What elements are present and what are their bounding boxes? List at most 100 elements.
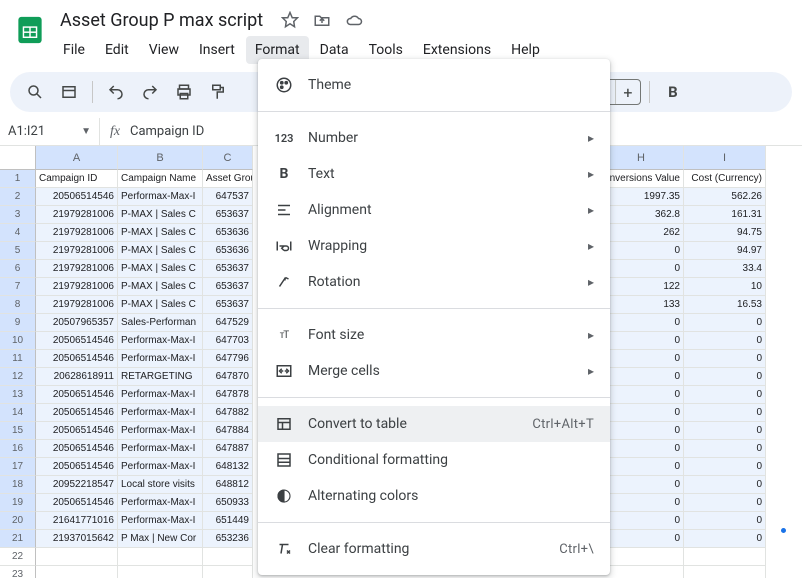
menu-text[interactable]: B Text ▸ (258, 156, 610, 192)
cell[interactable]: 362.8 (599, 206, 684, 224)
cell[interactable]: 0 (599, 494, 684, 512)
search-icon[interactable] (20, 77, 50, 107)
bold-icon[interactable]: B (658, 77, 688, 107)
cell[interactable]: 94.75 (684, 224, 766, 242)
cell[interactable]: Performax-Max-I (118, 440, 203, 458)
cell[interactable]: 653636 (203, 224, 253, 242)
row-header[interactable]: 2 (0, 188, 36, 206)
row-header[interactable]: 12 (0, 368, 36, 386)
cell[interactable] (36, 548, 118, 566)
cell[interactable]: Campaign Name (118, 170, 203, 188)
cell[interactable]: 21979281006 (36, 296, 118, 314)
cell[interactable]: 21641771016 (36, 512, 118, 530)
cell[interactable]: 20506514546 (36, 494, 118, 512)
cell[interactable]: 0 (684, 530, 766, 548)
cell[interactable]: 562.26 (684, 188, 766, 206)
cell[interactable]: 133 (599, 296, 684, 314)
cell[interactable]: 0 (599, 512, 684, 530)
row-header[interactable]: 11 (0, 350, 36, 368)
menu-view[interactable]: View (140, 36, 188, 64)
cell[interactable]: Performax-Max-I (118, 494, 203, 512)
cell[interactable]: Performax-Max-I (118, 386, 203, 404)
cell[interactable]: 647884 (203, 422, 253, 440)
row-header[interactable]: 17 (0, 458, 36, 476)
row-header[interactable]: 10 (0, 332, 36, 350)
cell[interactable] (599, 566, 684, 578)
cell[interactable]: Conversions Value (599, 170, 684, 188)
cell[interactable]: 0 (684, 314, 766, 332)
menu-edit[interactable]: Edit (96, 36, 138, 64)
cell[interactable]: 0 (599, 314, 684, 332)
cell[interactable]: 20506514546 (36, 188, 118, 206)
cell[interactable]: 647796 (203, 350, 253, 368)
row-header[interactable]: 18 (0, 476, 36, 494)
cell[interactable]: Campaign ID (36, 170, 118, 188)
col-header-b[interactable]: B (118, 146, 203, 170)
cell[interactable]: 648132 (203, 458, 253, 476)
menu-alternating-colors[interactable]: Alternating colors (258, 478, 610, 514)
row-header[interactable]: 20 (0, 512, 36, 530)
undo-icon[interactable] (101, 77, 131, 107)
row-header[interactable]: 14 (0, 404, 36, 422)
col-header-c[interactable]: C (203, 146, 253, 170)
cell[interactable]: 0 (599, 476, 684, 494)
cell[interactable]: Local store visits (118, 476, 203, 494)
cell[interactable]: 0 (684, 386, 766, 404)
cell[interactable]: 122 (599, 278, 684, 296)
cell[interactable]: 0 (599, 422, 684, 440)
cell[interactable]: 0 (599, 404, 684, 422)
cell[interactable]: 20628618911 (36, 368, 118, 386)
row-header[interactable]: 23 (0, 566, 36, 578)
cell[interactable]: 0 (684, 494, 766, 512)
cell[interactable]: 647878 (203, 386, 253, 404)
row-header[interactable]: 8 (0, 296, 36, 314)
star-icon[interactable] (281, 11, 299, 29)
cell[interactable]: 653236 (203, 530, 253, 548)
cell[interactable]: 94.97 (684, 242, 766, 260)
cell[interactable]: P-MAX | Sales C (118, 206, 203, 224)
cell[interactable]: 20506514546 (36, 404, 118, 422)
cell[interactable]: Performax-Max-I (118, 188, 203, 206)
cell[interactable]: 20506514546 (36, 458, 118, 476)
row-header[interactable]: 21 (0, 530, 36, 548)
formula-bar[interactable]: Campaign ID (130, 124, 204, 139)
cell[interactable]: Performax-Max-I (118, 458, 203, 476)
cell[interactable]: Performax-Max-I (118, 512, 203, 530)
row-header[interactable]: 6 (0, 260, 36, 278)
cell[interactable]: 0 (684, 476, 766, 494)
cell[interactable]: 653636 (203, 242, 253, 260)
menu-insert[interactable]: Insert (190, 36, 244, 64)
cell[interactable]: Performax-Max-I (118, 350, 203, 368)
menu-merge-cells[interactable]: Merge cells ▸ (258, 353, 610, 389)
cell[interactable]: 0 (599, 440, 684, 458)
doc-title[interactable]: Asset Group P max script (54, 8, 269, 33)
cell[interactable]: 653637 (203, 278, 253, 296)
cell[interactable]: P-MAX | Sales C (118, 278, 203, 296)
cell[interactable]: 20506514546 (36, 350, 118, 368)
cell[interactable]: 161.31 (684, 206, 766, 224)
cell[interactable]: 647870 (203, 368, 253, 386)
menu-conditional-formatting[interactable]: Conditional formatting (258, 442, 610, 478)
cell[interactable]: 647887 (203, 440, 253, 458)
menu-theme[interactable]: Theme (258, 67, 610, 103)
cell[interactable] (684, 566, 766, 578)
cell[interactable]: 0 (599, 458, 684, 476)
font-size-increase[interactable]: + (616, 80, 640, 104)
cell[interactable]: 0 (684, 368, 766, 386)
cell[interactable]: 653637 (203, 296, 253, 314)
paint-format-icon[interactable] (203, 77, 233, 107)
cell[interactable]: 0 (684, 422, 766, 440)
row-header[interactable]: 19 (0, 494, 36, 512)
cell[interactable]: Cost (Currency) (684, 170, 766, 188)
row-header[interactable]: 4 (0, 224, 36, 242)
cell[interactable]: 0 (599, 260, 684, 278)
cell[interactable]: 10 (684, 278, 766, 296)
cell[interactable]: 650933 (203, 494, 253, 512)
cell[interactable]: 0 (684, 404, 766, 422)
cloud-icon[interactable] (345, 11, 363, 29)
cell[interactable]: 21979281006 (36, 242, 118, 260)
cell[interactable]: P-MAX | Sales C (118, 260, 203, 278)
cell[interactable] (118, 548, 203, 566)
cell[interactable]: 647882 (203, 404, 253, 422)
cell[interactable] (599, 548, 684, 566)
